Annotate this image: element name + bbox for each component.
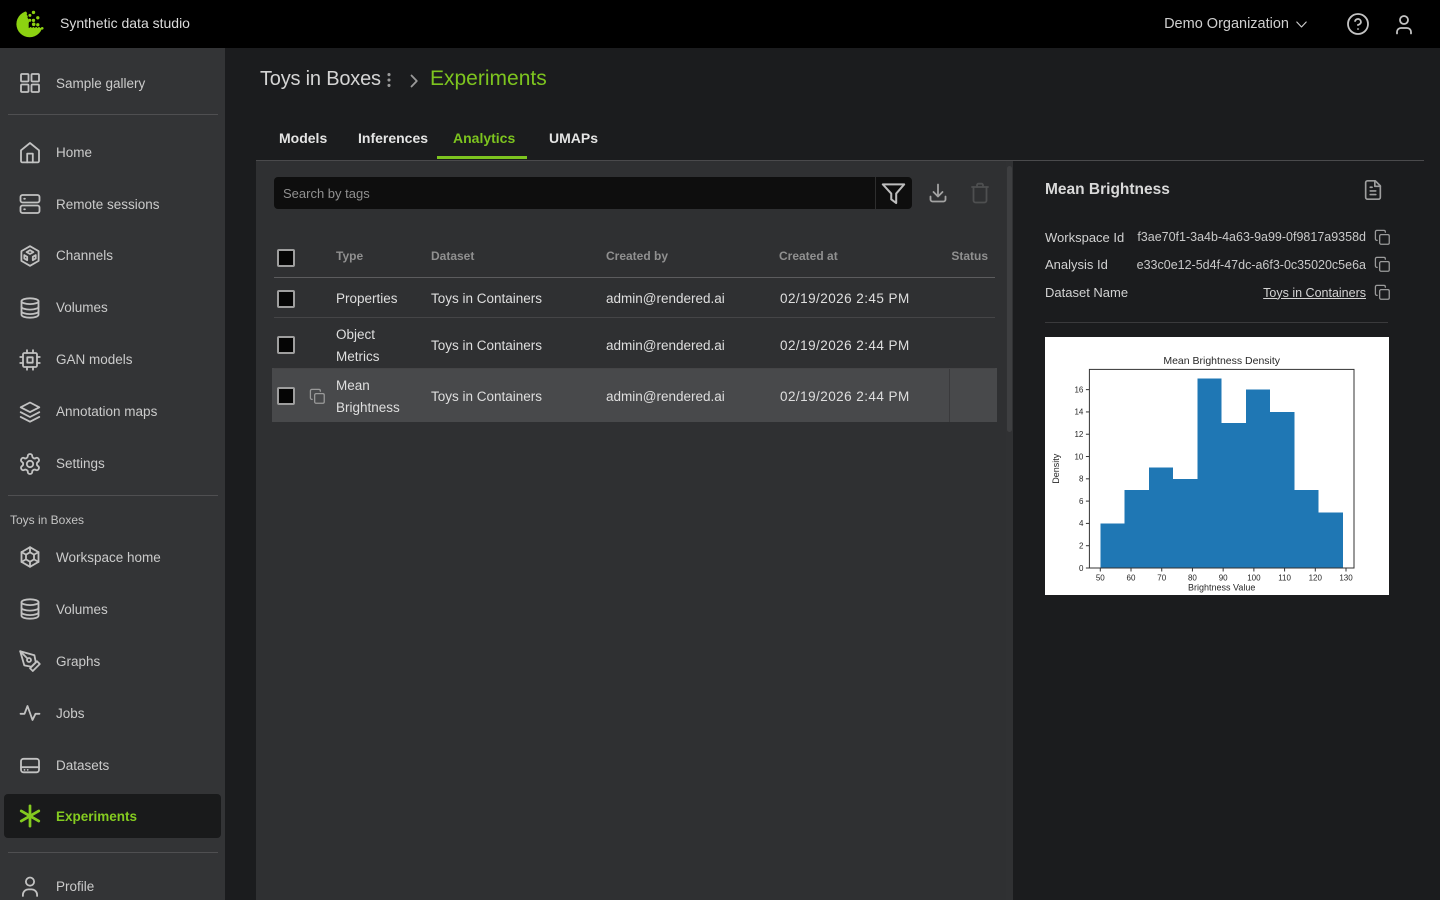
- svg-text:60: 60: [1127, 574, 1136, 583]
- svg-text:4: 4: [1079, 519, 1084, 528]
- svg-text:2: 2: [1079, 542, 1084, 551]
- svg-text:Density: Density: [1051, 453, 1061, 484]
- svg-text:120: 120: [1309, 574, 1323, 583]
- svg-text:130: 130: [1339, 574, 1353, 583]
- svg-text:0: 0: [1079, 564, 1084, 573]
- svg-text:70: 70: [1157, 574, 1166, 583]
- svg-text:90: 90: [1219, 574, 1228, 583]
- svg-text:16: 16: [1074, 385, 1083, 394]
- svg-text:12: 12: [1074, 430, 1083, 439]
- svg-text:100: 100: [1247, 574, 1261, 583]
- svg-text:Brightness Value: Brightness Value: [1188, 583, 1255, 593]
- svg-text:10: 10: [1074, 452, 1083, 461]
- svg-text:8: 8: [1079, 475, 1084, 484]
- svg-text:Mean Brightness Density: Mean Brightness Density: [1163, 355, 1280, 367]
- svg-text:80: 80: [1188, 574, 1197, 583]
- svg-text:110: 110: [1278, 574, 1291, 583]
- svg-text:14: 14: [1074, 408, 1083, 417]
- svg-text:6: 6: [1079, 497, 1084, 506]
- svg-text:50: 50: [1096, 574, 1105, 583]
